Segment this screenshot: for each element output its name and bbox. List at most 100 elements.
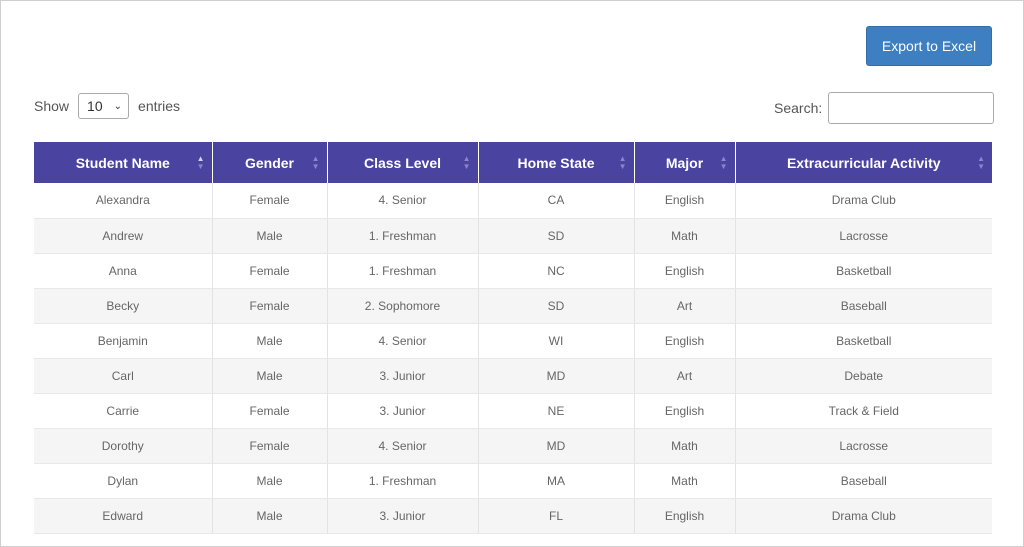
table-cell: Female — [212, 253, 328, 289]
column-header-extracurricular-activity[interactable]: Extracurricular Activity ▲ ▼ — [735, 142, 992, 183]
table-cell: Debate — [735, 358, 992, 394]
table-row: Carl Male 3. Junior MD Art Debate — [34, 358, 992, 394]
table-cell: Female — [212, 393, 328, 429]
table-cell: Dorothy — [34, 428, 213, 464]
table-cell: Andrew — [34, 218, 213, 254]
table-cell: Dylan — [34, 463, 213, 499]
table-cell: Drama Club — [735, 183, 992, 219]
column-header-label: Major — [665, 154, 704, 171]
table-header-row: Student Name ▲ ▼ Gender ▲ ▼ Class Level ▲ ▼… — [34, 142, 992, 183]
table-cell: 2. Sophomore — [327, 288, 479, 324]
column-header-major[interactable]: Major ▲ ▼ — [634, 142, 736, 183]
entries-select-value: 10 — [87, 98, 103, 114]
entries-select[interactable]: 10 ⌄ — [78, 93, 130, 119]
sort-icon: ▲ ▼ — [977, 153, 985, 171]
sort-icon: ▲ ▼ — [196, 153, 205, 171]
table-cell: Baseball — [735, 463, 992, 499]
table-cell: Male — [212, 463, 328, 499]
column-header-label: Class Level — [363, 154, 442, 171]
sort-icon: ▲ ▼ — [719, 153, 728, 171]
table-cell: 4. Senior — [327, 183, 479, 219]
table-cell: 3. Junior — [327, 393, 479, 429]
table-cell: Female — [212, 428, 328, 464]
table-cell: 1. Freshman — [327, 253, 479, 289]
column-header-home-state[interactable]: Home State ▲ ▼ — [478, 142, 635, 183]
column-header-class-level[interactable]: Class Level ▲ ▼ — [327, 142, 479, 183]
table-cell: MA — [478, 463, 635, 499]
table-cell: English — [634, 253, 736, 289]
column-header-student-name[interactable]: Student Name ▲ ▼ — [34, 142, 213, 183]
table-cell: Baseball — [735, 288, 992, 324]
table-cell: FL — [478, 498, 635, 534]
sort-icon: ▲ ▼ — [462, 153, 471, 171]
table-cell: Carrie — [34, 393, 213, 429]
entries-label: entries — [138, 98, 181, 114]
table-cell: Carl — [34, 358, 213, 394]
table-row: Dorothy Female 4. Senior MD Math Lacross… — [34, 428, 992, 464]
table-cell: 1. Freshman — [327, 218, 479, 254]
table-cell: Track & Field — [735, 393, 992, 429]
table-row: Edward Male 3. Junior FL English Drama C… — [34, 498, 992, 534]
table-row: Benjamin Male 4. Senior WI English Baske… — [34, 323, 992, 359]
table-cell: English — [634, 323, 736, 359]
table-cell: Lacrosse — [735, 218, 992, 254]
table-cell: 4. Senior — [327, 323, 479, 359]
length-control: Show 10 ⌄ entries — [34, 93, 180, 119]
table-row: Andrew Male 1. Freshman SD Math Lacrosse — [34, 218, 992, 254]
table-cell: NE — [478, 393, 635, 429]
sort-icon: ▲ ▼ — [311, 153, 320, 171]
table-cell: Female — [212, 288, 328, 324]
table-cell: 3. Junior — [327, 358, 479, 394]
table-cell: Math — [634, 218, 736, 254]
table-row: Alexandra Female 4. Senior CA English Dr… — [34, 183, 992, 219]
column-header-label: Student Name — [75, 154, 170, 171]
search-input[interactable] — [828, 92, 995, 124]
export-to-excel-button[interactable]: Export to Excel — [866, 26, 992, 66]
table-cell: MD — [478, 428, 635, 464]
table-cell: Basketball — [735, 323, 992, 359]
table-cell: 1. Freshman — [327, 463, 479, 499]
search-label: Search: — [774, 100, 823, 116]
table-cell: Male — [212, 218, 328, 254]
table-cell: 3. Junior — [327, 498, 479, 534]
table-cell: Edward — [34, 498, 213, 534]
column-header-label: Home State — [517, 154, 595, 171]
column-header-label: Extracurricular Activity — [786, 154, 941, 171]
chevron-down-icon: ⌄ — [113, 100, 123, 112]
table-cell: SD — [478, 218, 635, 254]
table-cell: Female — [212, 183, 328, 219]
table-row: Anna Female 1. Freshman NC English Baske… — [34, 253, 992, 289]
table-cell: Math — [634, 428, 736, 464]
column-header-gender[interactable]: Gender ▲ ▼ — [212, 142, 328, 183]
table-cell: Male — [212, 358, 328, 394]
table-cell: Basketball — [735, 253, 992, 289]
table-row: Dylan Male 1. Freshman MA Math Baseball — [34, 463, 992, 499]
students-table: Student Name ▲ ▼ Gender ▲ ▼ Class Level ▲ ▼… — [34, 142, 992, 534]
table-cell: Anna — [34, 253, 213, 289]
table-cell: SD — [478, 288, 635, 324]
table-body: Alexandra Female 4. Senior CA English Dr… — [34, 183, 992, 534]
table-cell: Becky — [34, 288, 213, 324]
table-row: Carrie Female 3. Junior NE English Track… — [34, 393, 992, 429]
table-cell: Male — [212, 323, 328, 359]
table-cell: WI — [478, 323, 635, 359]
table-cell: Art — [634, 358, 736, 394]
table-cell: CA — [478, 183, 635, 219]
sort-icon: ▲ ▼ — [618, 153, 627, 171]
table-cell: 4. Senior — [327, 428, 479, 464]
table-cell: Art — [634, 288, 736, 324]
table-cell: English — [634, 498, 736, 534]
table-cell: Lacrosse — [735, 428, 992, 464]
table-cell: Alexandra — [34, 183, 213, 219]
table-cell: NC — [478, 253, 635, 289]
table-cell: Male — [212, 498, 328, 534]
table-cell: Drama Club — [735, 498, 992, 534]
table-cell: English — [634, 183, 736, 219]
table-cell: English — [634, 393, 736, 429]
search-control: Search: — [774, 92, 995, 124]
column-header-label: Gender — [244, 154, 294, 171]
show-label: Show — [34, 98, 70, 114]
table-cell: Benjamin — [34, 323, 213, 359]
table-cell: Math — [634, 463, 736, 499]
table-row: Becky Female 2. Sophomore SD Art Basebal… — [34, 288, 992, 324]
